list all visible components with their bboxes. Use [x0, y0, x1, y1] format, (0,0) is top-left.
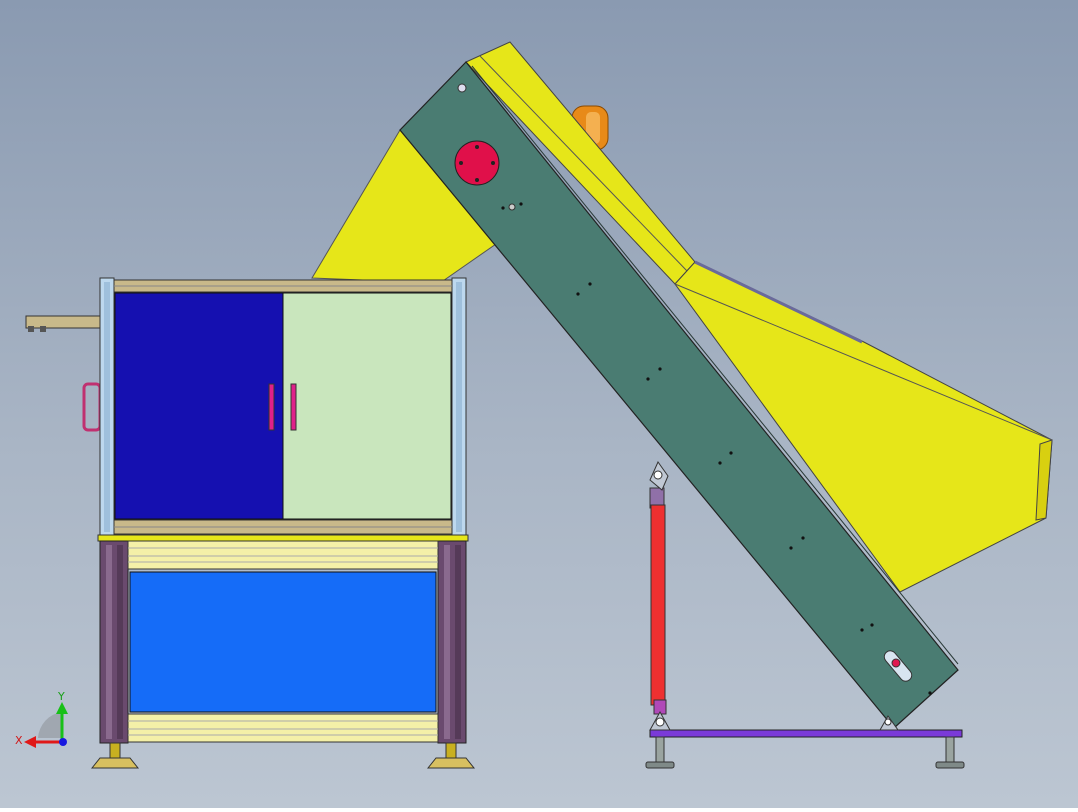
lower-post-left — [99, 540, 129, 744]
cabinet-foot-right — [426, 742, 476, 769]
side-bracket — [25, 315, 101, 332]
control-cabinet — [25, 277, 476, 769]
stand-foot-right — [935, 736, 965, 769]
lower-rail-bottom — [127, 713, 439, 743]
right-door-handle[interactable] — [290, 383, 297, 431]
mount-bolt — [457, 83, 467, 93]
cabinet-top-plate — [97, 534, 469, 542]
cad-viewport[interactable]: Y X — [0, 0, 1078, 808]
red-drive-disc — [454, 140, 500, 186]
left-door[interactable] — [114, 292, 284, 520]
side-handle[interactable] — [82, 382, 102, 432]
lower-post-right — [437, 540, 467, 744]
assembly-drawing: Y X — [15, 41, 1053, 769]
cabinet-foot-left — [90, 742, 140, 769]
base-plate — [649, 729, 963, 738]
right-door[interactable] — [282, 292, 452, 520]
axis-y-label: Y — [57, 690, 65, 703]
lower-rail-top — [127, 540, 439, 570]
stand-foot-left — [645, 736, 675, 769]
axis-x-label: X — [15, 734, 23, 747]
coordinate-triad-icon: Y X — [15, 690, 68, 748]
support-strut — [649, 460, 671, 731]
lower-panel[interactable] — [129, 571, 437, 713]
left-door-handle[interactable] — [268, 383, 275, 431]
